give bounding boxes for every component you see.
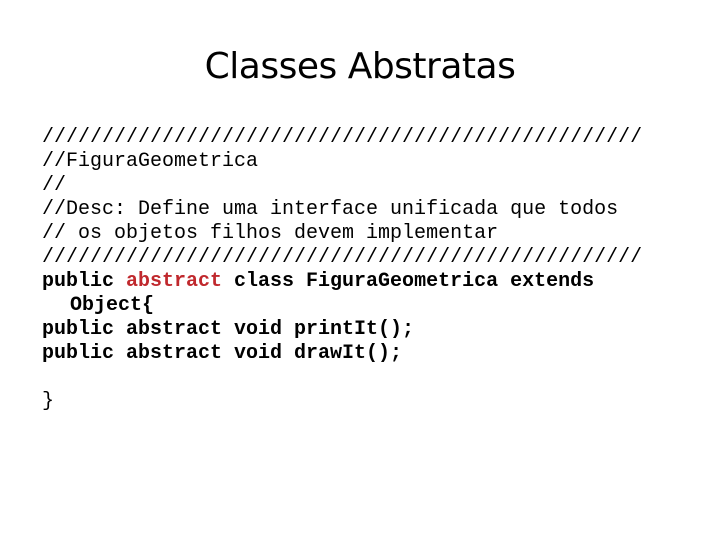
- comment-description: //Desc: Define uma interface unificada q…: [42, 198, 619, 221]
- code-block: ////////////////////////////////////////…: [42, 126, 702, 414]
- closing-brace: }: [42, 390, 55, 413]
- comment-description-cont: // os objetos filhos devem implementar: [42, 222, 499, 245]
- slide-title: Classes Abstratas: [204, 46, 516, 87]
- comment-blank: //: [42, 174, 67, 197]
- keyword-abstract-highlighted: abstract: [126, 270, 223, 293]
- class-declaration-continuation: Object{: [70, 294, 155, 317]
- comment-separator-bottom: ////////////////////////////////////////…: [42, 246, 643, 269]
- class-declaration: public abstract class FiguraGeometrica e…: [42, 270, 702, 294]
- comment-class-name: //FiguraGeometrica: [42, 150, 259, 173]
- method-draw-it: public abstract void drawIt();: [42, 342, 403, 365]
- class-declaration-rest: class FiguraGeometrica extends: [222, 270, 595, 293]
- comment-separator-top: ////////////////////////////////////////…: [42, 126, 643, 149]
- method-print-it: public abstract void printIt();: [42, 318, 415, 341]
- keyword-public: public: [42, 270, 127, 293]
